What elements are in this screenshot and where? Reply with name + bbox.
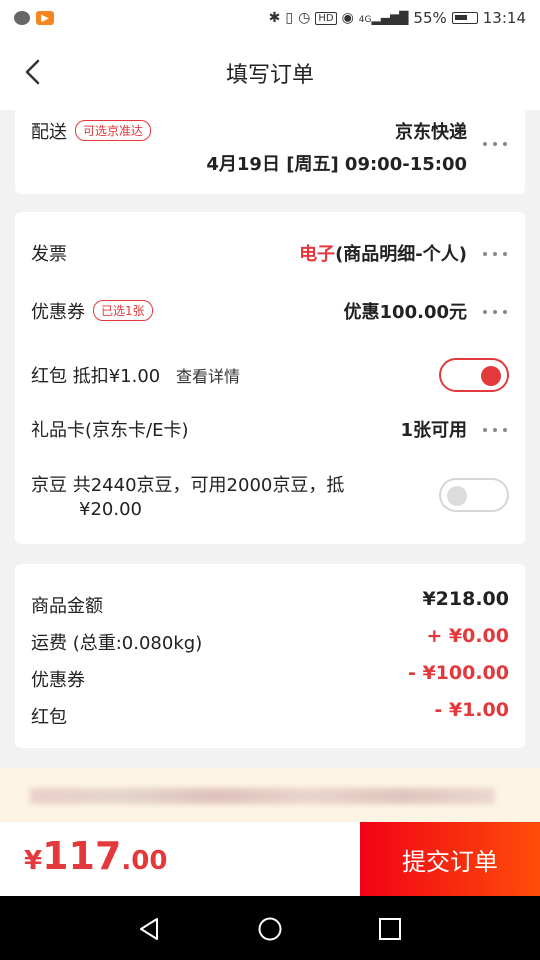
- app-icon: ▶: [36, 11, 54, 25]
- summary-value: + ¥0.00: [426, 625, 509, 647]
- notice-strip: [0, 768, 540, 822]
- jingdou-line1: 共2440京豆，可用2000京豆，抵: [72, 475, 345, 496]
- redpacket-toggle[interactable]: [439, 358, 509, 392]
- total-currency: ¥: [24, 846, 43, 876]
- delivery-time: 4月19日 [周五] 09:00-15:00: [206, 154, 467, 175]
- bluetooth-icon: ✱: [268, 10, 281, 26]
- coupon-selected-tag: 已选1张: [93, 300, 153, 321]
- battery-percent: 55%: [413, 9, 447, 27]
- jingzhunda-tag[interactable]: 可选京准达: [75, 120, 152, 141]
- redpacket-row: 红包 抵扣¥1.00 查看详情: [15, 358, 525, 394]
- summary-label: 优惠券: [31, 670, 85, 691]
- summary-card: 商品金额 ¥218.00 运费 (总重:0.080kg) + ¥0.00 优惠券…: [15, 564, 525, 748]
- giftcard-label: 礼品卡(京东卡/E卡): [31, 420, 189, 441]
- bottom-bar: ¥117.00 提交订单: [0, 822, 540, 896]
- summary-label: 红包: [31, 707, 67, 728]
- giftcard-row[interactable]: 礼品卡(京东卡/E卡) 1张可用: [15, 416, 525, 444]
- jingdou-line2: ¥20.00: [79, 499, 142, 520]
- delivery-card[interactable]: 配送 可选京准达 京东快递 4月19日 [周五] 09:00-15:00: [15, 110, 525, 194]
- wechat-icon: [14, 11, 30, 25]
- system-nav-bar: [0, 896, 540, 960]
- eye-icon: ◉: [341, 10, 354, 26]
- blurred-notice-text: [30, 788, 495, 804]
- toggle-knob: [447, 486, 467, 506]
- network-label: 4G: [358, 15, 372, 25]
- redpacket-detail-link[interactable]: 查看详情: [176, 367, 240, 386]
- redpacket-label-text: 红包: [31, 366, 67, 387]
- jingdou-toggle[interactable]: [439, 478, 509, 512]
- summary-value: - ¥100.00: [407, 662, 509, 684]
- coupon-label: 优惠券 已选1张: [31, 298, 153, 324]
- total-integer: 117: [42, 834, 122, 878]
- total-decimal: .00: [121, 846, 168, 876]
- giftcard-value: 1张可用: [400, 420, 467, 441]
- submit-order-button[interactable]: 提交订单: [360, 822, 540, 896]
- summary-value: - ¥1.00: [434, 699, 509, 721]
- order-content[interactable]: 配送 可选京准达 京东快递 4月19日 [周五] 09:00-15:00 发票 电…: [0, 110, 540, 822]
- summary-label: 商品金额: [31, 596, 103, 617]
- battery-icon: [451, 12, 478, 24]
- back-icon[interactable]: [20, 58, 48, 86]
- coupon-value: 优惠100.00元: [343, 302, 467, 323]
- order-total: ¥117.00: [24, 834, 167, 878]
- more-icon[interactable]: [481, 426, 509, 434]
- clock: 13:14: [482, 9, 526, 27]
- invoice-value: 电子(商品明细-个人): [299, 240, 467, 266]
- coupon-row[interactable]: 优惠券 已选1张 优惠100.00元: [15, 298, 525, 326]
- status-bar: ▶ ✱ ▯ ◷ HD ◉ 4G▂▄▆█ 55% 13:14: [0, 0, 540, 36]
- alarm-icon: ◷: [298, 10, 311, 26]
- summary-value: ¥218.00: [422, 588, 509, 610]
- jingdou-row: 京豆 共2440京豆，可用2000京豆，抵 ¥20.00: [15, 474, 525, 524]
- invoice-type: 电子: [299, 244, 336, 265]
- redpacket-label: 红包 抵扣¥1.00 查看详情: [31, 362, 240, 388]
- more-icon[interactable]: [481, 140, 509, 148]
- more-icon[interactable]: [481, 250, 509, 258]
- nav-recents-icon[interactable]: [377, 916, 403, 942]
- jingdou-label-text: 京豆: [31, 475, 67, 496]
- toggle-knob: [481, 366, 501, 386]
- options-card: 发票 电子(商品明细-个人) 优惠券 已选1张 优惠100.00元 红包 抵扣¥1…: [15, 212, 525, 544]
- invoice-label: 发票: [31, 244, 67, 265]
- invoice-row[interactable]: 发票 电子(商品明细-个人): [15, 240, 525, 268]
- invoice-detail: (商品明细-个人): [335, 244, 467, 265]
- delivery-label: 配送 可选京准达: [31, 118, 152, 144]
- status-left: ▶: [14, 11, 54, 25]
- hd-icon: HD: [315, 11, 337, 25]
- vibrate-icon: ▯: [285, 10, 294, 26]
- delivery-carrier: 京东快递: [395, 122, 467, 143]
- nav-back-icon[interactable]: [137, 916, 163, 942]
- status-right: ✱ ▯ ◷ HD ◉ 4G▂▄▆█ 55% 13:14: [269, 9, 526, 27]
- summary-label: 运费 (总重:0.080kg): [31, 633, 203, 654]
- more-icon[interactable]: [481, 308, 509, 316]
- redpacket-deduct: 抵扣¥1.00: [72, 366, 161, 387]
- coupon-label-text: 优惠券: [31, 302, 85, 323]
- nav-home-icon[interactable]: [257, 916, 283, 942]
- page-title: 填写订单: [225, 63, 314, 88]
- jingdou-label: 京豆 共2440京豆，可用2000京豆，抵 ¥20.00: [31, 474, 344, 522]
- signal-icon: 4G▂▄▆█: [358, 11, 409, 25]
- header: 填写订单: [0, 36, 540, 110]
- delivery-label-text: 配送: [31, 122, 67, 143]
